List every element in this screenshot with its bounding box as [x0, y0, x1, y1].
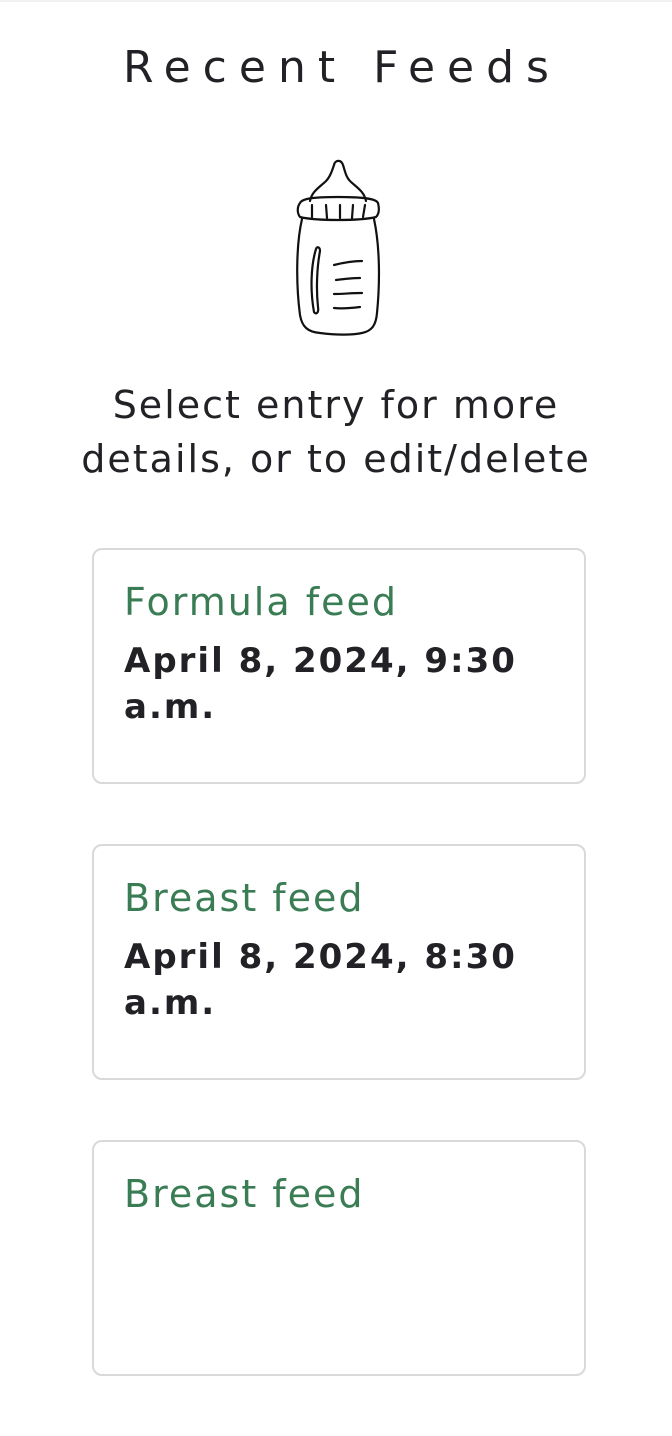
feed-entry-card[interactable]: Formula feed April 8, 2024, 9:30 a.m.	[92, 548, 586, 784]
page-title: Recent Feeds	[123, 42, 561, 93]
feed-type-label: Formula feed	[124, 580, 398, 624]
feed-list: Formula feed April 8, 2024, 9:30 a.m. Br…	[92, 548, 586, 1436]
feed-type-label: Breast feed	[124, 876, 365, 920]
feed-type-label: Breast feed	[124, 1172, 365, 1216]
feed-entry-card[interactable]: Breast feed	[92, 1140, 586, 1376]
instructions-text: Select entry for more details, or to edi…	[81, 383, 591, 481]
feed-entry-card[interactable]: Breast feed April 8, 2024, 8:30 a.m.	[92, 844, 586, 1080]
baby-bottle-icon	[296, 159, 381, 336]
feed-timestamp: April 8, 2024, 9:30 a.m.	[124, 641, 517, 727]
feed-timestamp: April 8, 2024, 8:30 a.m.	[124, 937, 517, 1023]
top-divider	[0, 0, 672, 2]
